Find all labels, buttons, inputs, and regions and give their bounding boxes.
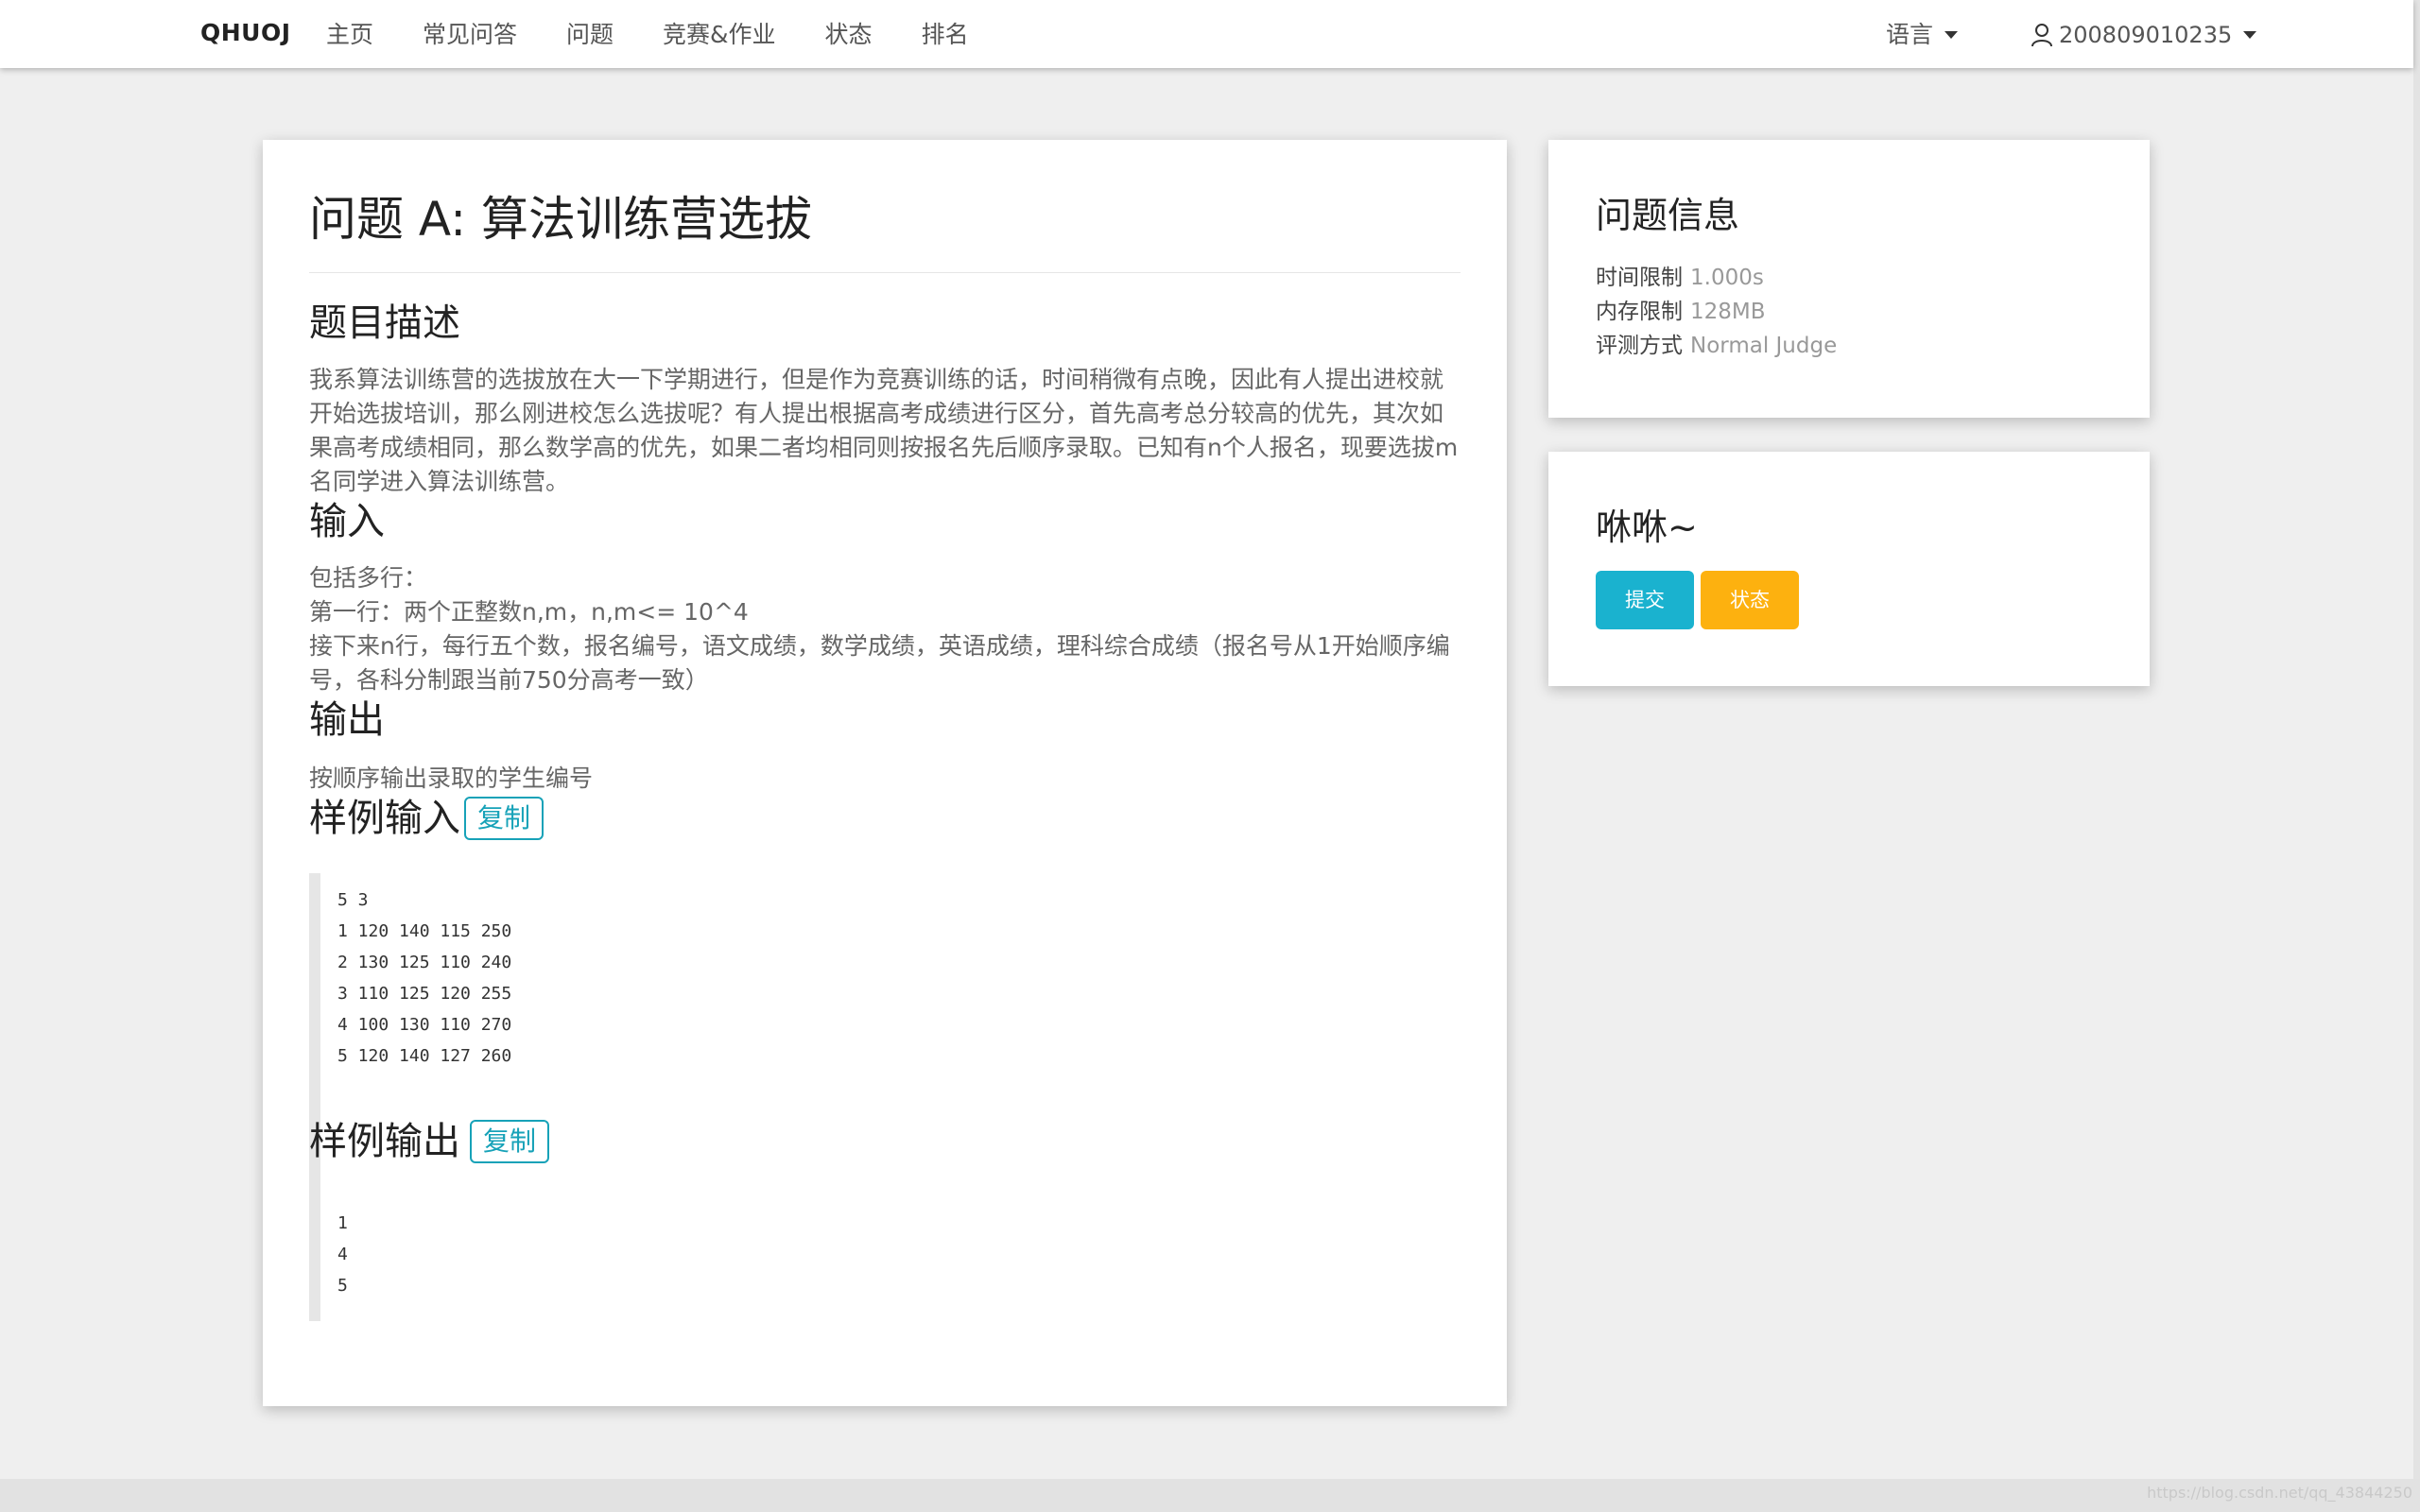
problem-card: 问题 A: 算法训练营选拔 题目描述 我系算法训练营的选拔放在大一下学期进行，但… — [263, 140, 1507, 1406]
problem-info-card: 问题信息 时间限制 1.000s 内存限制 128MB 评测方式 Normal Jud… — [1548, 140, 2150, 418]
input-heading: 输入 — [309, 500, 385, 543]
output-text: 按顺序输出录取的学生编号 — [309, 765, 594, 792]
input-line: 第一行：两个正整数n,m，n,m<= 10^4 — [309, 598, 749, 626]
copy-sample-output-button[interactable]: 复制 — [470, 1120, 550, 1163]
status-button[interactable]: 状态 — [1701, 571, 1799, 629]
sample-output-label: 样例输出 — [309, 1120, 460, 1163]
nav-problems[interactable]: 问题 — [566, 16, 614, 54]
language-label: 语言 — [1886, 21, 1934, 48]
input-line: 包括多行： — [309, 564, 428, 592]
copy-sample-input-button[interactable]: 复制 — [464, 797, 544, 840]
nav-ranking[interactable]: 排名 — [922, 16, 969, 54]
chevron-down-icon — [1945, 31, 1959, 39]
input-line: 接下来n行，每行五个数，报名编号，语文成绩，数学成绩，英语成绩，理科综合成绩（报… — [309, 632, 1450, 694]
sample-output-heading: 样例输出 复制 — [309, 1119, 550, 1164]
main-nav: 主页 常见问答 问题 竞赛&作业 状态 排名 — [326, 16, 969, 54]
description-text: 我系算法训练营的选拔放在大一下学期进行，但是作为竞赛训练的话，时间稍微有点晚，因… — [309, 366, 1459, 495]
chevron-down-icon — [2243, 31, 2257, 39]
sample-input-block: 5 3 1 120 140 115 250 2 130 125 110 240 … — [309, 873, 1461, 1232]
submit-button[interactable]: 提交 — [1596, 571, 1694, 629]
sample-input-label: 样例输入 — [309, 797, 460, 840]
brand-logo[interactable]: QHUOJ — [200, 19, 291, 46]
sample-input-heading: 样例输入 复制 — [309, 796, 544, 841]
memory-limit-value: 128MB — [1690, 300, 1766, 324]
title-divider — [309, 272, 1461, 273]
language-dropdown[interactable]: 语言 — [1886, 16, 1959, 54]
memory-limit-row: 内存限制 128MB — [1596, 295, 1766, 329]
top-navbar: QHUOJ 主页 常见问答 问题 竞赛&作业 状态 排名 语言 20080901… — [0, 0, 2413, 68]
page-scrollbar[interactable] — [2413, 0, 2420, 1479]
memory-limit-label: 内存限制 — [1596, 300, 1683, 324]
input-text: 包括多行： 第一行：两个正整数n,m，n,m<= 10^4 接下来n行，每行五个… — [309, 561, 1462, 697]
judge-mode-value: Normal Judge — [1690, 334, 1838, 358]
username: 200809010235 — [2059, 22, 2233, 48]
nav-contests[interactable]: 竞赛&作业 — [663, 16, 776, 54]
user-dropdown[interactable]: 200809010235 — [2031, 16, 2257, 54]
page-title: 问题 A: 算法训练营选拔 — [309, 192, 812, 247]
time-limit-row: 时间限制 1.000s — [1596, 261, 1764, 295]
nav-home[interactable]: 主页 — [326, 16, 373, 54]
output-heading: 输出 — [309, 698, 385, 742]
action-heading: 咻咻~ — [1596, 507, 1698, 548]
description-heading: 题目描述 — [309, 301, 460, 345]
info-heading: 问题信息 — [1596, 195, 1740, 236]
action-card: 咻咻~ 提交 状态 — [1548, 452, 2150, 686]
watermark-text: https://blog.csdn.net/qq_43844250 — [2147, 1484, 2412, 1502]
user-icon — [2031, 24, 2052, 47]
sample-output-block: 1 4 5 — [309, 1196, 1461, 1321]
judge-mode-label: 评测方式 — [1596, 334, 1683, 358]
judge-mode-row: 评测方式 Normal Judge — [1596, 329, 1837, 363]
page-footer — [0, 1479, 2420, 1512]
time-limit-label: 时间限制 — [1596, 266, 1683, 290]
nav-faq[interactable]: 常见问答 — [423, 16, 517, 54]
nav-status[interactable]: 状态 — [825, 16, 873, 54]
time-limit-value: 1.000s — [1690, 266, 1764, 290]
